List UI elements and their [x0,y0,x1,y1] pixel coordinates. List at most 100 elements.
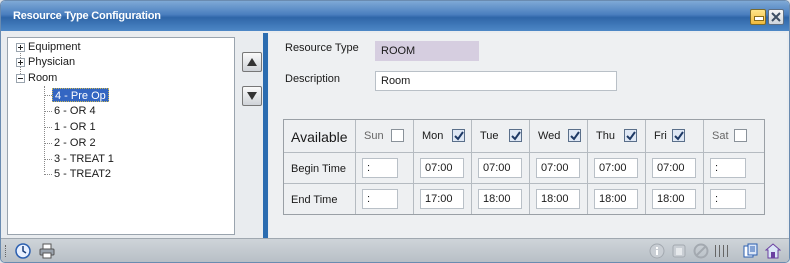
wed-checkbox[interactable] [568,129,581,142]
toolbar-grip[interactable] [5,245,7,257]
day-label-sat: Sat [712,130,729,142]
day-label-sun: Sun [364,130,384,142]
checkmark-icon [674,131,684,141]
end-cell-fri: 18:00 [646,184,704,214]
begin-time-label: Begin Time [291,163,347,175]
description-field[interactable]: Room [375,71,617,91]
end-cell-wed: 18:00 [530,184,588,214]
day-label-thu: Thu [596,130,615,142]
tue-end-time[interactable]: 18:00 [478,189,522,209]
mon-begin-time[interactable]: 07:00 [420,158,464,178]
tree-item-or-4[interactable]: 6 - OR 4 [54,104,96,118]
tree-connector [44,111,52,112]
end-cell-tue: 18:00 [472,184,530,214]
end-time-header-cell: End Time [284,184,356,214]
cancel-icon[interactable] [693,243,709,259]
begin-cell-fri: 07:00 [646,153,704,184]
day-header-sat: Sat [704,120,764,153]
printer-icon[interactable] [39,243,55,259]
fri-begin-time[interactable]: 07:00 [652,158,696,178]
separator [727,245,728,257]
tree-connector [44,159,52,160]
fri-end-time[interactable]: 18:00 [652,189,696,209]
available-label: Available [291,129,348,145]
checkmark-icon [570,131,580,141]
sun-checkbox[interactable] [391,129,404,142]
fri-checkbox[interactable] [672,129,685,142]
move-up-icon [247,58,257,66]
day-header-mon: Mon [414,120,472,153]
move-up-button[interactable] [242,52,262,72]
begin-cell-wed: 07:00 [530,153,588,184]
checkmark-icon [626,131,636,141]
tue-checkbox[interactable] [509,129,522,142]
day-header-tue: Tue [472,120,530,153]
begin-time-header-cell: Begin Time [284,153,356,184]
mon-checkbox[interactable] [452,129,465,142]
sat-end-time[interactable]: : [710,189,746,209]
sat-checkbox[interactable] [734,129,747,142]
thu-begin-time[interactable]: 07:00 [594,158,638,178]
delete-icon[interactable] [671,243,687,259]
minimize-button[interactable] [750,9,766,25]
collapse-icon[interactable] [16,74,25,83]
end-time-label: End Time [291,194,338,206]
expand-icon[interactable] [16,43,25,52]
resource-tree[interactable]: Equipment Physician Room 4 - Pre Op 6 - … [7,37,235,235]
panel-divider[interactable] [263,33,268,238]
tree-item-treat-1[interactable]: 3 - TREAT 1 [54,152,114,166]
clock-icon[interactable] [15,243,31,259]
separator [723,245,724,257]
tree-connector [44,174,52,175]
mon-end-time[interactable]: 17:00 [420,189,464,209]
tree-item-equipment[interactable]: Equipment [28,40,81,54]
begin-cell-tue: 07:00 [472,153,530,184]
status-bar [1,238,789,262]
sun-end-time[interactable]: : [362,189,398,209]
tree-item-pre-op[interactable]: 4 - Pre Op [52,88,109,102]
end-cell-thu: 18:00 [588,184,646,214]
end-cell-mon: 17:00 [414,184,472,214]
end-cell-sun: : [356,184,414,214]
description-label: Description [285,73,341,85]
copy-icon[interactable] [743,243,759,259]
tue-begin-time[interactable]: 07:00 [478,158,522,178]
day-header-wed: Wed [530,120,588,153]
begin-cell-sat: : [704,153,764,184]
title-bar: Resource Type Configuration [1,1,789,31]
tree-item-or-2[interactable]: 2 - OR 2 [54,136,96,150]
end-cell-sat: : [704,184,764,214]
tree-item-treat2[interactable]: 5 - TREAT2 [54,167,111,181]
day-header-thu: Thu [588,120,646,153]
resource-type-window: Resource Type Configuration Equipment Ph… [0,0,790,263]
begin-cell-sun: : [356,153,414,184]
tree-item-room[interactable]: Room [28,71,57,85]
sat-begin-time[interactable]: : [710,158,746,178]
tree-connector [44,95,52,96]
sun-begin-time[interactable]: : [362,158,398,178]
checkmark-icon [511,131,521,141]
move-down-icon [247,92,257,100]
thu-end-time[interactable]: 18:00 [594,189,638,209]
wed-end-time[interactable]: 18:00 [536,189,580,209]
available-header-cell: Available [284,120,356,153]
resource-type-field: ROOM [375,41,479,61]
save-icon[interactable] [765,243,781,259]
resource-type-label: Resource Type [285,42,359,54]
move-down-button[interactable] [242,86,262,106]
info-icon[interactable] [649,243,665,259]
details-panel: Resource Type ROOM Description Room Avai… [269,33,787,238]
separator [719,245,720,257]
tree-item-physician[interactable]: Physician [28,55,75,69]
day-label-fri: Fri [654,130,667,142]
wed-begin-time[interactable]: 07:00 [536,158,580,178]
tree-item-or-1[interactable]: 1 - OR 1 [54,120,96,134]
window-title: Resource Type Configuration [13,10,161,22]
day-header-fri: Fri [646,120,704,153]
day-label-mon: Mon [422,130,444,142]
close-button[interactable] [768,9,784,25]
thu-checkbox[interactable] [624,129,637,142]
day-label-tue: Tue [480,130,499,142]
expand-icon[interactable] [16,58,25,67]
begin-cell-thu: 07:00 [588,153,646,184]
